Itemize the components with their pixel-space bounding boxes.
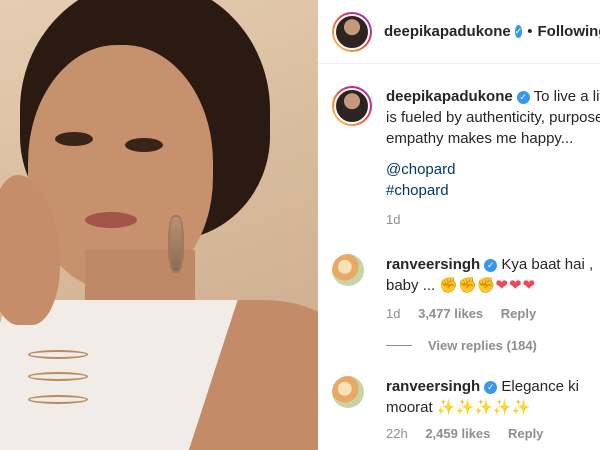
reply-button[interactable]: Reply	[501, 306, 536, 321]
comment-time[interactable]: 22h	[386, 426, 408, 441]
mention-link[interactable]: @chopard	[386, 159, 600, 180]
comment-time[interactable]: 1d	[386, 306, 400, 321]
commenter-username[interactable]: ranveersingh	[386, 256, 480, 273]
caption-text-line2: is fueled by authenticity, purpose and	[386, 109, 600, 126]
hashtag-link[interactable]: #chopard	[386, 180, 600, 201]
photo-bangle	[28, 395, 88, 404]
verified-badge-icon: ✓	[514, 25, 523, 38]
replies-divider	[386, 345, 412, 346]
photo-earring	[168, 215, 184, 273]
caption-avatar[interactable]	[332, 86, 372, 126]
author-username[interactable]: deepikapadukone	[384, 23, 511, 40]
caption-time[interactable]: 1d	[386, 212, 400, 227]
comments-panel: deepikapadukone ✓ • Following deepikapad…	[318, 0, 600, 450]
photo-eye-right	[125, 138, 163, 152]
photo-eye-left	[55, 132, 93, 146]
verified-badge-icon: ✓	[516, 90, 530, 104]
sparkles-emoji-icon: ✨✨✨✨✨	[436, 398, 531, 416]
caption-username[interactable]: deepikapadukone	[386, 88, 513, 105]
comment-likes[interactable]: 2,459 likes	[425, 426, 490, 441]
photo-bangle	[28, 372, 88, 381]
caption: deepikapadukone✓ To live a life that is …	[332, 86, 600, 227]
view-replies-button[interactable]: View replies (184)	[386, 338, 537, 353]
caption-text-line3: empathy makes me happy...	[386, 130, 574, 147]
heart-emoji-icon: ❤❤❤	[495, 276, 537, 294]
header-separator: •	[527, 23, 533, 40]
commenter-username[interactable]: ranveersingh	[386, 378, 480, 395]
commenter-avatar[interactable]	[332, 254, 364, 286]
caption-text-line1: To live a life that	[533, 88, 600, 105]
photo-lips	[85, 212, 137, 228]
post-header: deepikapadukone ✓ • Following	[318, 0, 600, 64]
reply-button[interactable]: Reply	[508, 426, 543, 441]
verified-badge-icon: ✓	[484, 380, 498, 394]
fist-emoji-icon: ✊✊✊	[439, 276, 496, 294]
comment: ranveersingh ✓ Elegance ki moorat ✨✨✨✨✨ 2…	[332, 376, 600, 441]
post-photo[interactable]	[0, 0, 318, 450]
comment-likes[interactable]: 3,477 likes	[418, 306, 483, 321]
following-button[interactable]: Following	[538, 23, 600, 40]
author-avatar[interactable]	[332, 11, 372, 52]
photo-bangle	[28, 350, 88, 359]
comment: ranveersingh ✓ Kya baat hai , baby ... ✊✊…	[332, 254, 600, 321]
commenter-avatar[interactable]	[332, 376, 364, 408]
view-replies-label: View replies (184)	[428, 338, 537, 353]
verified-badge-icon: ✓	[484, 258, 498, 272]
